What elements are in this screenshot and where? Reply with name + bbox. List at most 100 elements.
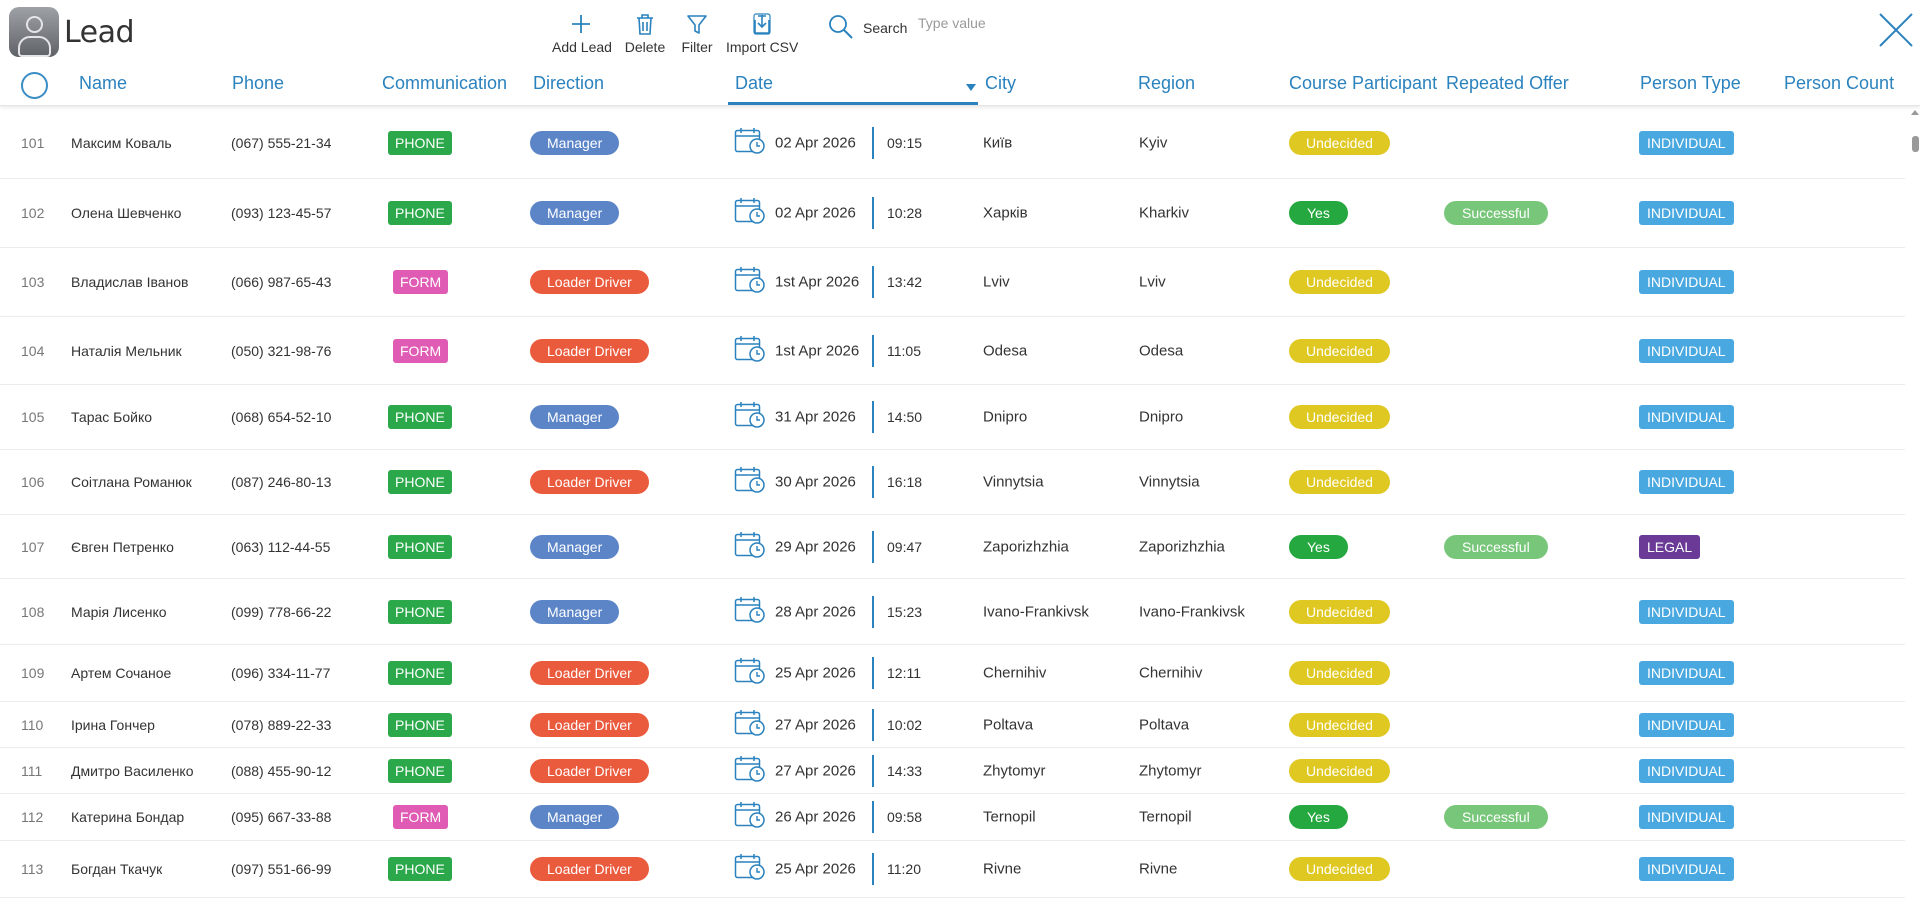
lead-phone: (087) 246-80-13 bbox=[231, 474, 332, 490]
column-header-person-count[interactable]: Person Count bbox=[1784, 73, 1894, 94]
communication-cell: PHONE bbox=[388, 599, 452, 624]
lead-city: Zaporizhzhia bbox=[983, 538, 1069, 555]
person-type-cell: INDIVIDUAL bbox=[1639, 201, 1734, 225]
communication-cell: PHONE bbox=[388, 201, 452, 225]
lead-region: Zhytomyr bbox=[1139, 762, 1202, 779]
column-header-repeated[interactable]: Repeated Offer bbox=[1446, 73, 1569, 94]
table-row[interactable]: 113 Богдан Ткачук (097) 551-66-99 PHONE Load… bbox=[0, 841, 1905, 898]
communication-badge: PHONE bbox=[388, 599, 452, 624]
lead-time: 14:50 bbox=[887, 409, 923, 425]
date-time-divider bbox=[872, 466, 874, 498]
direction-badge: Manager bbox=[530, 599, 620, 624]
row-number: 104 bbox=[21, 342, 45, 359]
table-row[interactable]: 109 Артем Сочаное (096) 334-11-77 PHONE Load… bbox=[0, 645, 1905, 702]
direction-badge: Manager bbox=[530, 805, 620, 829]
person-type-cell: INDIVIDUAL bbox=[1639, 805, 1734, 829]
delete-label: Delete bbox=[624, 39, 666, 55]
table-row[interactable]: 105 Тарас Бойко (068) 654-52-10 PHONE Manage… bbox=[0, 385, 1905, 450]
person-type-badge: INDIVIDUAL bbox=[1639, 758, 1734, 783]
row-number: 110 bbox=[21, 716, 44, 733]
lead-city: Poltava bbox=[983, 716, 1034, 733]
table-row[interactable]: 106 Соітлана Романюк (087) 246-80-13 PHONE L… bbox=[0, 450, 1905, 515]
column-header-phone[interactable]: Phone bbox=[232, 73, 284, 94]
communication-cell: PHONE bbox=[388, 130, 452, 155]
row-number: 111 bbox=[21, 762, 43, 779]
import-csv-button[interactable]: Import CSV bbox=[726, 8, 798, 56]
scroll-up-arrow-icon[interactable] bbox=[1911, 110, 1919, 115]
lead-name: Артем Сочаное bbox=[71, 665, 172, 681]
table-header: Name Phone Communication Direction Date … bbox=[0, 64, 1920, 106]
delete-button[interactable]: Delete bbox=[624, 8, 666, 56]
search-input[interactable] bbox=[918, 10, 1138, 36]
date-time-divider bbox=[872, 853, 874, 885]
communication-cell: FORM bbox=[388, 338, 449, 363]
lead-phone: (068) 654-52-10 bbox=[231, 409, 332, 425]
communication-cell: PHONE bbox=[388, 758, 452, 783]
communication-cell: PHONE bbox=[388, 534, 452, 559]
filter-label: Filter bbox=[681, 39, 713, 55]
column-header-course[interactable]: Course Participant bbox=[1289, 73, 1437, 94]
table-row[interactable]: 107 Євген Петренко (063) 112-44-55 PHONE Man… bbox=[0, 515, 1905, 579]
person-type-badge: INDIVIDUAL bbox=[1639, 857, 1734, 881]
add-lead-button[interactable]: Add Lead bbox=[552, 8, 612, 56]
course-participant-badge: Yes bbox=[1289, 534, 1348, 559]
course-cell: Undecided bbox=[1289, 712, 1390, 737]
row-number: 101 bbox=[21, 134, 45, 151]
search-icon[interactable] bbox=[828, 14, 854, 40]
table-row[interactable]: 103 Владислав Іванов (066) 987-65-43 FORM Lo… bbox=[0, 248, 1905, 317]
lead-name: Олена Шевченко bbox=[71, 205, 182, 221]
table-row[interactable]: 108 Марія Лисенко (099) 778-66-22 PHONE Mana… bbox=[0, 579, 1905, 645]
calendar-clock-icon bbox=[734, 800, 766, 834]
person-type-badge: LEGAL bbox=[1639, 534, 1701, 559]
course-participant-badge: Undecided bbox=[1289, 758, 1390, 783]
row-number: 105 bbox=[21, 409, 45, 425]
course-participant-badge: Yes bbox=[1289, 201, 1348, 225]
repeated-offer-badge: Successful bbox=[1444, 805, 1548, 829]
table-row[interactable]: 101 Максим Коваль (067) 555-21-34 PHONE Mana… bbox=[0, 107, 1905, 179]
direction-cell: Manager bbox=[530, 534, 620, 559]
person-type-badge: INDIVIDUAL bbox=[1639, 470, 1734, 494]
lead-phone: (096) 334-11-77 bbox=[231, 665, 331, 681]
column-header-date[interactable]: Date bbox=[735, 73, 773, 94]
course-cell: Yes bbox=[1289, 534, 1348, 559]
communication-badge: PHONE bbox=[388, 405, 452, 429]
table-row[interactable]: 110 Ірина Гончер (078) 889-22-33 PHONE Loade… bbox=[0, 702, 1905, 748]
communication-badge: FORM bbox=[393, 805, 449, 829]
direction-cell: Loader Driver bbox=[530, 270, 649, 294]
calendar-clock-icon bbox=[734, 852, 766, 886]
lead-city: Vinnytsia bbox=[983, 473, 1044, 491]
column-header-communication[interactable]: Communication bbox=[382, 73, 507, 94]
table-row[interactable]: 104 Наталія Мельник (050) 321-98-76 FORM Loa… bbox=[0, 317, 1905, 385]
lead-time: 10:28 bbox=[887, 205, 923, 221]
column-header-region[interactable]: Region bbox=[1138, 73, 1195, 94]
table-row[interactable]: 112 Катерина Бондар (095) 667-33-88 FORM Man… bbox=[0, 794, 1905, 841]
direction-cell: Loader Driver bbox=[530, 857, 649, 881]
person-type-badge: INDIVIDUAL bbox=[1639, 338, 1734, 363]
sort-descending-icon[interactable] bbox=[966, 84, 976, 91]
date-time-divider bbox=[872, 197, 874, 229]
scrollbar-thumb[interactable] bbox=[1912, 136, 1919, 152]
select-all-checkbox[interactable] bbox=[21, 72, 48, 99]
table-row[interactable]: 102 Олена Шевченко (093) 123-45-57 PHONE Man… bbox=[0, 179, 1905, 248]
direction-badge: Loader Driver bbox=[530, 338, 649, 363]
lead-region: Lviv bbox=[1139, 273, 1166, 291]
table-row[interactable]: 111 Дмитро Василенко (088) 455-90-12 PHONE L… bbox=[0, 748, 1905, 794]
communication-badge: FORM bbox=[393, 270, 449, 294]
filter-button[interactable]: Filter bbox=[678, 8, 716, 56]
column-header-direction[interactable]: Direction bbox=[533, 73, 604, 94]
lead-region: Ivano-Frankivsk bbox=[1139, 603, 1245, 620]
lead-name: Соітлана Романюк bbox=[71, 474, 192, 490]
column-header-person-type[interactable]: Person Type bbox=[1640, 73, 1741, 94]
add-lead-label: Add Lead bbox=[552, 39, 612, 55]
column-header-city[interactable]: City bbox=[985, 73, 1016, 94]
lead-region: Ternopil bbox=[1139, 808, 1192, 826]
communication-badge: PHONE bbox=[388, 470, 452, 494]
direction-badge: Manager bbox=[530, 201, 620, 225]
lead-time: 10:02 bbox=[887, 716, 923, 733]
direction-cell: Manager bbox=[530, 201, 620, 225]
communication-badge: PHONE bbox=[388, 712, 452, 737]
close-icon[interactable] bbox=[1878, 12, 1914, 48]
column-header-name[interactable]: Name bbox=[79, 73, 127, 94]
direction-badge: Manager bbox=[530, 405, 620, 429]
course-participant-badge: Undecided bbox=[1289, 470, 1390, 494]
